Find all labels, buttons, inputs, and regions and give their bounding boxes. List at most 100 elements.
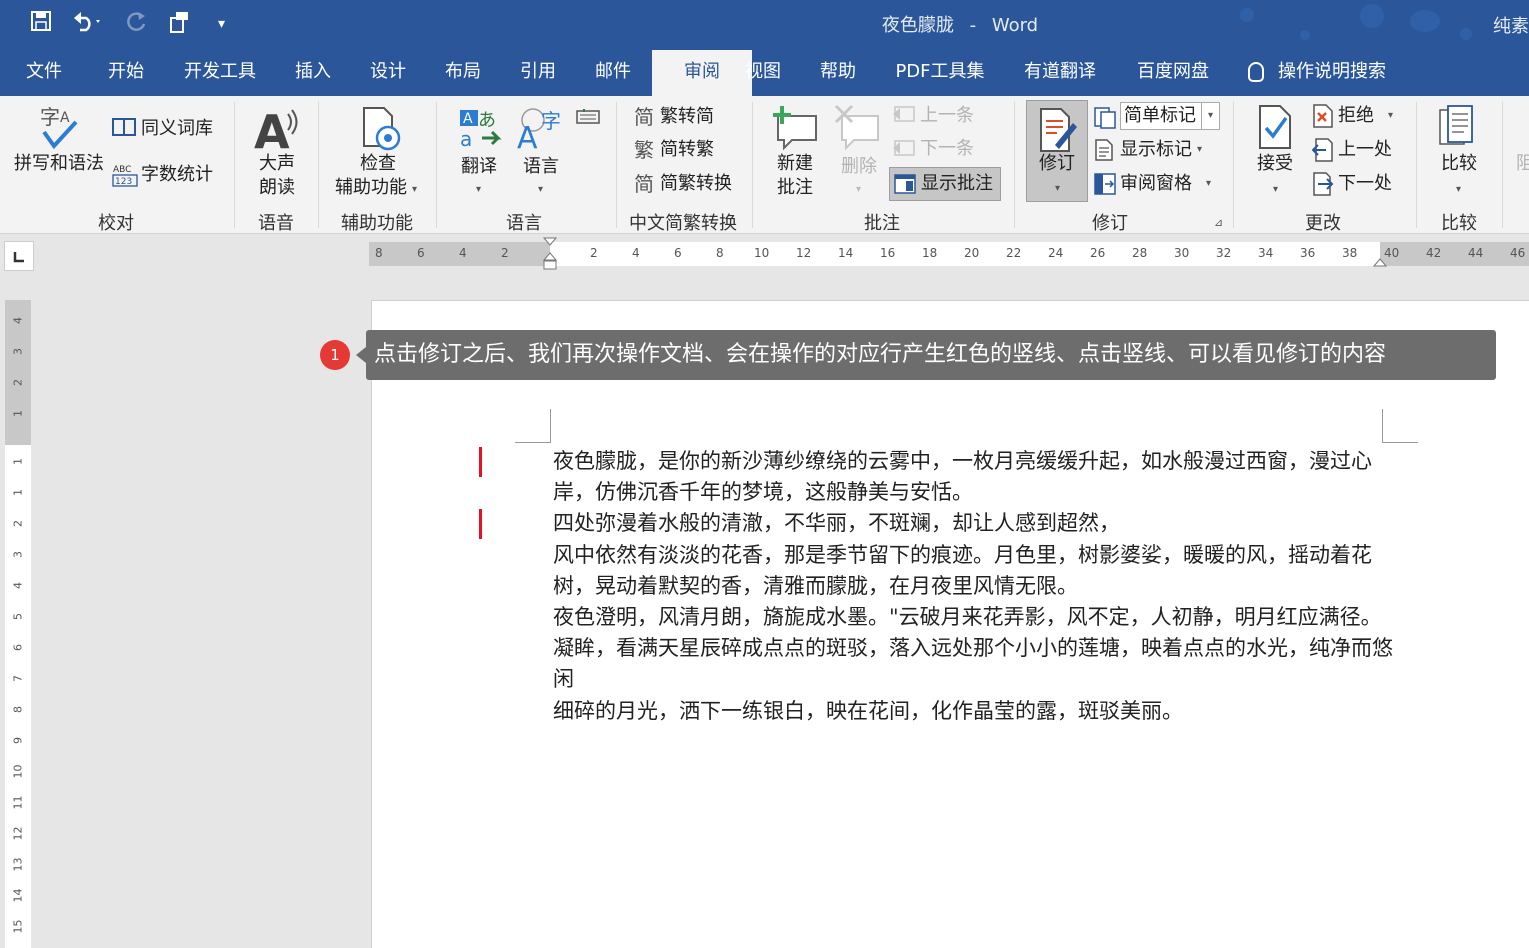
document-page[interactable]: 夜色朦胧，是你的新沙薄纱缭绕的云雾中，一枚月亮缓缓升起，如水般漫过西窗，漫过心岸… xyxy=(371,300,1529,948)
horizontal-ruler[interactable]: 8642 2 4 6 8 10 12 14 16 18 20 22 24 26 28 30 32 34 36 38 4… xyxy=(369,237,1529,270)
group-divider xyxy=(1502,102,1503,228)
svg-text:字: 字 xyxy=(40,105,60,129)
tab-pdf-tools[interactable]: PDF工具集 xyxy=(890,50,990,96)
tab-baidu-netdisk[interactable]: 百度网盘 xyxy=(1128,50,1218,96)
document-body[interactable]: 夜色朦胧，是你的新沙薄纱缭绕的云雾中，一枚月亮缓缓升起，如水般漫过西窗，漫过心岸… xyxy=(553,446,1393,727)
show-comments-button[interactable]: 显示批注 xyxy=(889,167,1001,201)
tab-insert[interactable]: 插入 xyxy=(283,50,343,96)
ruler-number: 1 xyxy=(11,458,25,465)
convert-label: 简繁转换 xyxy=(660,173,732,194)
chevron-down-icon: ▾ xyxy=(1201,103,1219,129)
ruler-number: 14 xyxy=(838,246,854,260)
ruler-number: 42 xyxy=(1426,246,1442,260)
tab-file[interactable]: 文件 xyxy=(14,50,74,96)
svg-text:ABC: ABC xyxy=(113,165,131,175)
markup-select[interactable]: 简单标记 ▾ xyxy=(1120,102,1220,130)
reject-icon xyxy=(1313,104,1333,128)
next-comment-label: 下一条 xyxy=(920,138,974,159)
track-changes-button[interactable]: 修订 ▾ xyxy=(1026,100,1088,202)
word-window: ▾ 夜色朦胧 - Word 纯素 文件 开始 开发工具 插入 设计 布局 引用 … xyxy=(0,0,1529,948)
change-bar[interactable] xyxy=(479,509,482,539)
svg-text:あ: あ xyxy=(478,110,496,131)
ruler-number: 26 xyxy=(1090,246,1106,260)
paragraph[interactable]: 夜色朦胧，是你的新沙薄纱缭绕的云雾中，一枚月亮缓缓升起，如水般漫过西窗，漫过心岸… xyxy=(553,446,1393,508)
ruler-number: 4 xyxy=(11,582,25,589)
paragraph[interactable]: 凝眸，看满天星辰碎成点点的斑驳，落入远处那个小小的莲塘，映着点点的水光，纯净而悠… xyxy=(553,633,1393,695)
lightbulb-icon xyxy=(1248,62,1264,82)
tab-view[interactable]: 视图 xyxy=(733,50,793,96)
chevron-down-icon: ▾ xyxy=(1055,183,1061,194)
vertical-ruler[interactable]: 4321 112345678910111213141516 xyxy=(5,300,31,948)
ruler-number: 46 xyxy=(1510,246,1526,260)
svg-text:字: 字 xyxy=(541,109,561,133)
show-comments-label: 显示批注 xyxy=(921,173,993,194)
next-change-label: 下一处 xyxy=(1338,173,1392,194)
word-count-icon: ABC 123 xyxy=(112,165,138,187)
spelling-grammar-label: 拼写和语法 xyxy=(14,153,104,174)
group-label-proofing: 校对 xyxy=(98,213,134,234)
protect-button-partial[interactable]: 阻 xyxy=(1516,153,1529,175)
translate-label: 翻译 xyxy=(461,156,497,177)
paragraph[interactable]: 细碎的月光，洒下一练银白，映在花间，化作晶莹的露，斑驳美丽。 xyxy=(553,696,1393,727)
chevron-down-icon: ▾ xyxy=(1388,110,1394,121)
tab-references[interactable]: 引用 xyxy=(508,50,568,96)
new-comment-label-2: 批注 xyxy=(777,177,813,198)
read-aloud-label-2: 朗读 xyxy=(259,177,295,198)
group-label-chinese-conversion: 中文简繁转换 xyxy=(629,213,737,234)
tab-help[interactable]: 帮助 xyxy=(808,50,868,96)
title-bar: ▾ 夜色朦胧 - Word 纯素 xyxy=(0,0,1529,50)
ruler-number: 44 xyxy=(1468,246,1484,260)
reviewing-pane-label: 审阅窗格 xyxy=(1120,173,1192,194)
ruler-number: 38 xyxy=(1342,246,1358,260)
paragraph[interactable]: 风中依然有淡淡的花香，那是季节留下的痕迹。月色里，树影婆娑，暖暖的风，摇动着花树… xyxy=(553,540,1393,602)
document-title: 夜色朦胧 - Word xyxy=(0,11,1529,37)
tell-me-search[interactable]: 操作说明搜索 xyxy=(1248,50,1386,96)
user-name[interactable]: 纯素 xyxy=(1493,12,1529,38)
ruler-number: 28 xyxy=(1132,246,1148,260)
group-divider xyxy=(1416,102,1417,228)
ruler-number: 12 xyxy=(796,246,812,260)
group-label-accessibility: 辅助功能 xyxy=(341,213,413,234)
ruler-number: 4 xyxy=(459,246,467,260)
convert-icon: 简 xyxy=(634,172,654,196)
paragraph[interactable]: 夜色澄明，风清月朗，旖旎成水墨。"云破月来花弄影，风不定，人初静，明月红应满径。 xyxy=(553,602,1393,633)
tab-design[interactable]: 设计 xyxy=(358,50,418,96)
accept-icon xyxy=(1259,105,1291,149)
chevron-down-icon: ▾ xyxy=(1273,184,1279,195)
tab-home[interactable]: 开始 xyxy=(96,50,156,96)
ruler-number: 15 xyxy=(11,919,25,934)
chevron-down-icon: ▾ xyxy=(856,184,862,195)
ruler-number: 5 xyxy=(11,613,25,620)
tab-layout[interactable]: 布局 xyxy=(433,50,493,96)
ruler-number: 8 xyxy=(11,706,25,713)
paragraph[interactable]: 四处弥漫着水般的清澈，不华丽，不斑斓，却让人感到超然， xyxy=(553,508,1393,539)
accessibility-check-icon xyxy=(363,107,401,151)
ruler-number: 6 xyxy=(674,246,682,260)
ruler-number: 22 xyxy=(1006,246,1022,260)
show-markup-icon xyxy=(1095,139,1113,161)
ruler-number: 10 xyxy=(754,246,770,260)
ruler-number: 13 xyxy=(11,857,25,872)
tab-youdao-translate[interactable]: 有道翻译 xyxy=(1015,50,1105,96)
ruler-number: 6 xyxy=(11,644,25,651)
ruler-number: 10 xyxy=(11,764,25,779)
translate-icon: A あa xyxy=(460,110,502,150)
reviewing-pane-icon xyxy=(1094,173,1116,195)
review-ribbon: 字A 拼写和语法 同义词库 ABC 123 字数统计 校对 A 大声 朗读 语音… xyxy=(0,96,1529,234)
indent-marker-icon[interactable] xyxy=(542,237,558,273)
spelling-check-icon: 字A xyxy=(38,104,80,152)
tab-selector[interactable] xyxy=(4,241,34,271)
svg-text:A: A xyxy=(254,106,290,152)
group-divider xyxy=(752,102,753,228)
change-bar[interactable] xyxy=(479,447,482,477)
tab-mailings[interactable]: 邮件 xyxy=(583,50,643,96)
svg-text:A: A xyxy=(463,111,473,127)
dialog-launcher-icon[interactable]: ⊿ xyxy=(1214,216,1223,229)
ruler-number: 14 xyxy=(11,888,25,903)
previous-change-icon xyxy=(1312,138,1333,162)
ruler-number: 7 xyxy=(11,675,25,682)
right-indent-marker-icon[interactable] xyxy=(1373,258,1387,268)
tab-developer[interactable]: 开发工具 xyxy=(174,50,266,96)
crop-mark-top-left xyxy=(515,409,551,443)
ruler-number: 16 xyxy=(880,246,896,260)
